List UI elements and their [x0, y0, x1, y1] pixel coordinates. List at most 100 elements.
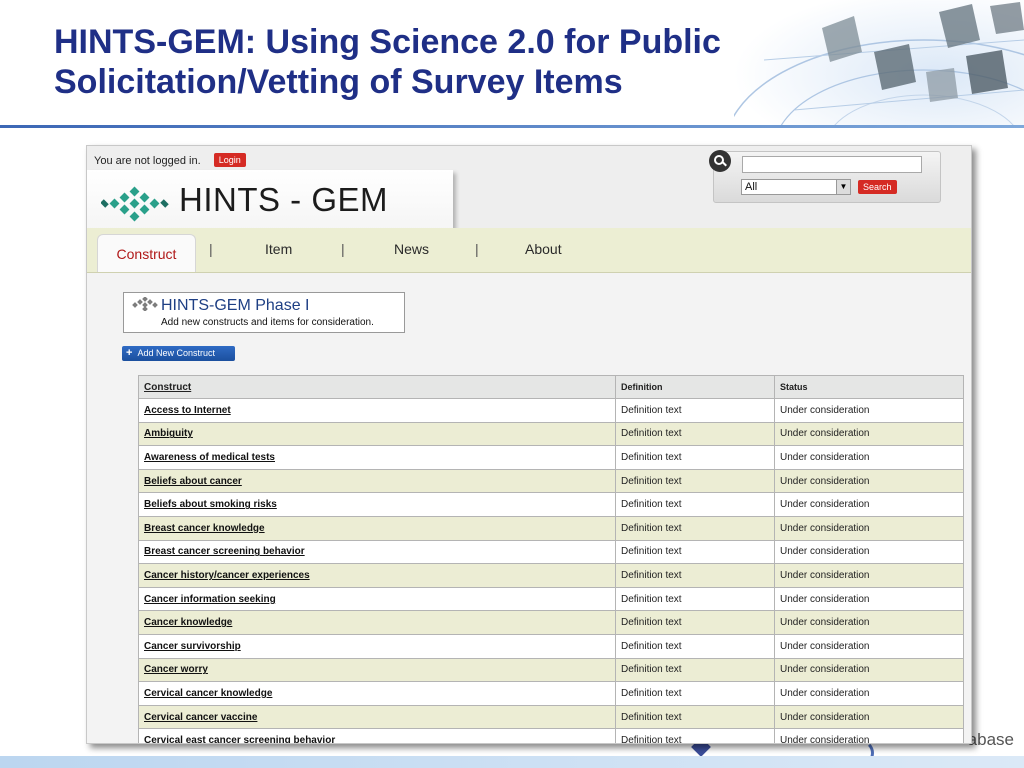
table-row: Cancer survivorship Definition text Under …: [138, 633, 964, 659]
slide-title-line1: HINTS-GEM: Using Science 2.0 for Public: [54, 23, 721, 61]
content-area: HINTS-GEM Phase I Add new constructs and…: [87, 273, 971, 743]
definition-cell: Definition text: [615, 445, 775, 470]
table-row: Breast cancer screening behavior Definiti…: [138, 539, 964, 565]
construct-link[interactable]: Cancer history/cancer experiences: [138, 563, 616, 588]
dropdown-arrow-icon[interactable]: ▼: [836, 180, 850, 194]
column-header-construct[interactable]: Construct: [138, 375, 616, 399]
construct-link[interactable]: Cancer knowledge: [138, 610, 616, 635]
column-header-definition: Definition: [615, 375, 775, 399]
table-header-row: Construct Definition Status: [138, 375, 964, 399]
table-row: Breast cancer knowledge Definition text Un…: [138, 515, 964, 541]
login-bar: You are not logged in. Login: [94, 153, 246, 167]
construct-link[interactable]: Cervical cancer knowledge: [138, 681, 616, 706]
nav-separator: |: [475, 241, 479, 257]
definition-cell: Definition text: [615, 398, 775, 423]
definition-cell: Definition text: [615, 492, 775, 517]
definition-cell: Definition text: [615, 563, 775, 588]
table-row: Cancer knowledge Definition text Under con…: [138, 610, 964, 635]
app-logo-text: HINTS - GEM: [179, 181, 388, 218]
table-row: Cervical cancer knowledge Definition text…: [138, 681, 964, 706]
definition-cell: Definition text: [615, 586, 775, 612]
search-icon[interactable]: [709, 150, 731, 172]
construct-link[interactable]: Cancer worry: [138, 657, 616, 683]
slide-title-line2: Solicitation/Vetting of Survey Items: [54, 63, 623, 101]
table-row: Access to Internet Definition text Under c…: [138, 398, 964, 423]
construct-link[interactable]: Breast cancer screening behavior: [138, 539, 616, 565]
definition-cell: Definition text: [615, 610, 775, 635]
status-cell: Under consideration: [774, 610, 964, 635]
construct-link[interactable]: Ambiguity: [138, 421, 616, 447]
login-button[interactable]: Login: [213, 153, 246, 167]
construct-link[interactable]: Cancer survivorship: [138, 633, 616, 659]
definition-cell: Definition text: [615, 657, 775, 683]
status-cell: Under consideration: [774, 681, 964, 706]
app-screenshot: You are not logged in. Login HINTS - GEM: [86, 145, 972, 744]
tab-construct[interactable]: Construct: [97, 234, 196, 272]
tab-item[interactable]: Item: [265, 241, 292, 257]
status-cell: Under consideration: [774, 492, 964, 517]
construct-link[interactable]: Awareness of medical tests: [138, 445, 616, 470]
table-row: Beliefs about cancer Definition text Under…: [138, 468, 964, 494]
status-cell: Under consideration: [774, 421, 964, 447]
construct-link[interactable]: Cervical east cancer screening behavior: [138, 728, 616, 743]
phase-header: HINTS-GEM Phase I Add new constructs and…: [123, 292, 405, 333]
definition-cell: Definition text: [615, 633, 775, 659]
nav-separator: |: [341, 241, 345, 257]
table-row: Ambiguity Definition text Under considerat…: [138, 421, 964, 447]
add-new-construct-button[interactable]: + Add New Construct: [122, 346, 235, 361]
status-cell: Under consideration: [774, 633, 964, 659]
slide-title: HINTS-GEM: Using Science 2.0 for Public …: [54, 22, 814, 102]
login-status-text: You are not logged in.: [94, 155, 201, 167]
phase-title: HINTS-GEM Phase I: [161, 297, 310, 314]
table-row: Awareness of medical tests Definition tex…: [138, 445, 964, 470]
table-body: Access to Internet Definition text Under c…: [138, 398, 964, 743]
construct-link[interactable]: Beliefs about smoking risks: [138, 492, 616, 517]
search-scope-value: All: [745, 181, 758, 193]
search-button[interactable]: Search: [858, 180, 897, 194]
phase-logo-icon: [132, 297, 158, 311]
construct-link[interactable]: Cancer information seeking: [138, 586, 616, 612]
definition-cell: Definition text: [615, 515, 775, 541]
search-input[interactable]: [742, 156, 922, 173]
logo-panel: HINTS - GEM: [87, 170, 453, 230]
plus-icon: +: [126, 347, 133, 359]
status-cell: Under consideration: [774, 445, 964, 470]
status-cell: Under consideration: [774, 539, 964, 565]
construct-link[interactable]: Beliefs about cancer: [138, 468, 616, 494]
column-header-status: Status: [774, 375, 964, 399]
slide-bottom-band: [0, 756, 1024, 768]
add-new-construct-label: Add New Construct: [137, 348, 215, 358]
status-cell: Under consideration: [774, 728, 964, 743]
definition-cell: Definition text: [615, 539, 775, 565]
search-panel: All ▼ Search: [709, 150, 941, 203]
table-row: Cancer worry Definition text Under conside…: [138, 657, 964, 683]
status-cell: Under consideration: [774, 657, 964, 683]
tab-about[interactable]: About: [525, 241, 562, 257]
search-scope-select[interactable]: All ▼: [741, 179, 851, 195]
construct-link[interactable]: Access to Internet: [138, 398, 616, 423]
status-cell: Under consideration: [774, 563, 964, 588]
definition-cell: Definition text: [615, 421, 775, 447]
footer-text-fragment: abase: [967, 730, 1014, 749]
hints-gem-logo-icon: [101, 186, 169, 222]
tab-news[interactable]: News: [394, 241, 429, 257]
construct-link[interactable]: Cervical cancer vaccine: [138, 704, 616, 730]
status-cell: Under consideration: [774, 468, 964, 494]
table-row: Beliefs about smoking risks Definition te…: [138, 492, 964, 517]
status-cell: Under consideration: [774, 515, 964, 541]
definition-cell: Definition text: [615, 728, 775, 743]
table-row: Cervical east cancer screening behavior D…: [138, 728, 964, 743]
definition-cell: Definition text: [615, 681, 775, 706]
status-cell: Under consideration: [774, 398, 964, 423]
nav-separator: |: [209, 241, 213, 257]
definition-cell: Definition text: [615, 468, 775, 494]
phase-subtitle: Add new constructs and items for conside…: [161, 317, 374, 328]
status-cell: Under consideration: [774, 586, 964, 612]
definition-cell: Definition text: [615, 704, 775, 730]
main-nav: Construct | Item | News | About: [87, 228, 971, 273]
construct-link[interactable]: Breast cancer knowledge: [138, 515, 616, 541]
table-row: Cervical cancer vaccine Definition text Un…: [138, 704, 964, 730]
table-row: Cancer history/cancer experiences Definit…: [138, 563, 964, 588]
table-row: Cancer information seeking Definition tex…: [138, 586, 964, 612]
constructs-table: Construct Definition Status Access to In…: [138, 375, 964, 743]
